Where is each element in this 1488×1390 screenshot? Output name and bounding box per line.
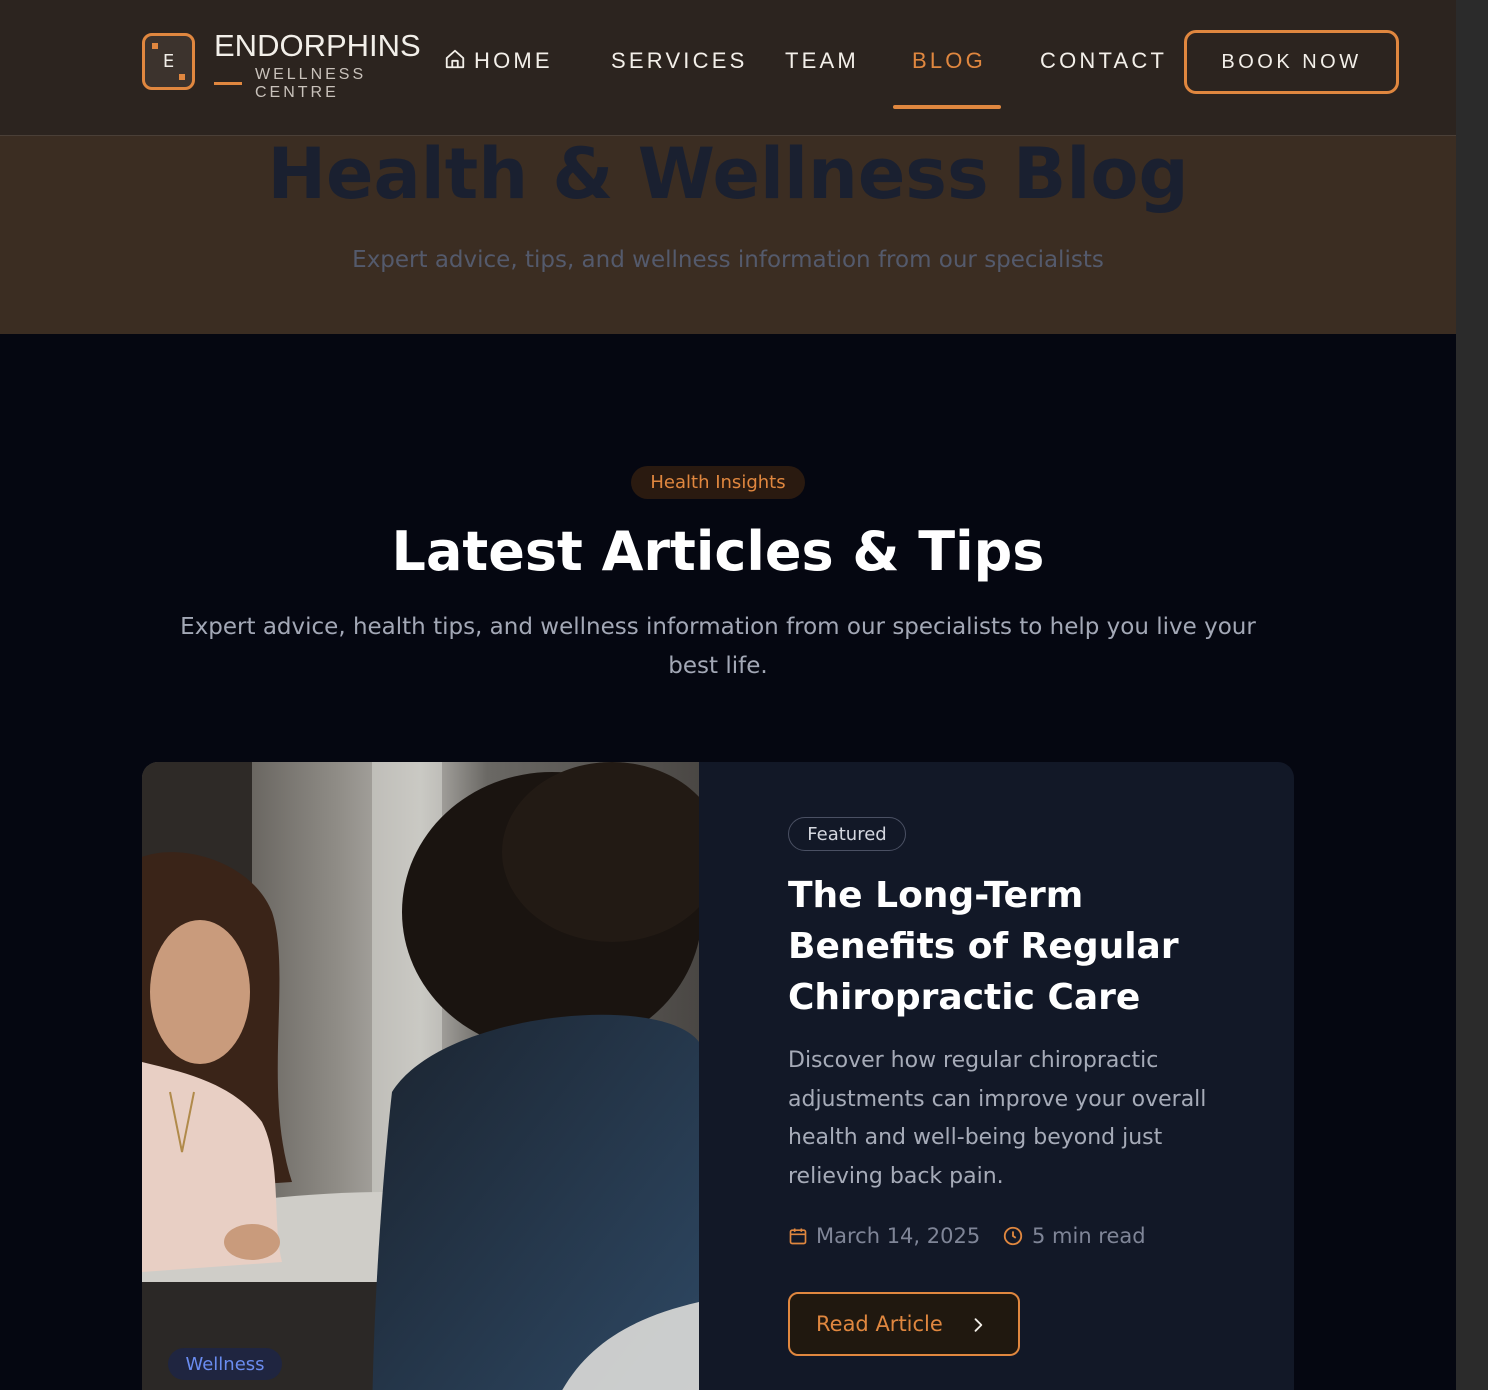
- nav-item-services[interactable]: SERVICES: [611, 48, 747, 74]
- calendar-icon: [789, 1228, 807, 1245]
- scrollbar-track[interactable]: [1456, 0, 1488, 1390]
- article-date-text: March 14, 2025: [816, 1224, 981, 1248]
- site-header: E ENDORPHINS WELLNESS CENTRE HOME SERVIC…: [0, 0, 1456, 136]
- logo-mark-icon: E: [142, 33, 195, 90]
- category-badge: Wellness: [168, 1348, 282, 1380]
- logo-monogram: E: [162, 51, 175, 72]
- nav-item-home[interactable]: HOME: [444, 48, 553, 76]
- hero-subtitle: Expert advice, tips, and wellness inform…: [352, 247, 1104, 273]
- consultation-photo-icon: [142, 762, 699, 1390]
- read-article-button[interactable]: Read Article: [788, 1292, 1020, 1356]
- clock-icon: [1003, 1226, 1023, 1246]
- page: E ENDORPHINS WELLNESS CENTRE HOME SERVIC…: [0, 0, 1456, 1390]
- article-image[interactable]: Wellness: [142, 762, 699, 1390]
- brand-logo[interactable]: E ENDORPHINS WELLNESS CENTRE: [142, 28, 422, 108]
- home-icon: [444, 48, 466, 76]
- nav-item-blog[interactable]: BLOG: [912, 48, 986, 74]
- brand-name: ENDORPHINS: [214, 28, 421, 63]
- article-title[interactable]: The Long-Term Benefits of Regular Chirop…: [788, 870, 1258, 1023]
- read-article-label: Read Article: [816, 1312, 943, 1336]
- article-date: March 14, 2025: [788, 1224, 980, 1248]
- chevron-right-icon: [974, 1318, 983, 1332]
- brand-tagline: WELLNESS CENTRE: [255, 66, 367, 101]
- featured-badge: Featured: [788, 817, 906, 851]
- article-excerpt: Discover how regular chiropractic adjust…: [788, 1048, 1207, 1189]
- article-read-time: 5 min read: [1002, 1224, 1146, 1248]
- featured-article-card[interactable]: Wellness Featured The Long-Term Benefits…: [142, 762, 1294, 1390]
- logo-accent-bar: [214, 82, 242, 85]
- hero-title: Health & Wellness Blog: [267, 133, 1189, 215]
- nav-item-contact[interactable]: CONTACT: [1040, 48, 1167, 74]
- read-time-text: 5 min read: [1032, 1224, 1146, 1248]
- section-title: Latest Articles & Tips: [391, 520, 1045, 583]
- book-now-button[interactable]: BOOK NOW: [1184, 30, 1399, 94]
- section-badge: Health Insights: [631, 466, 805, 499]
- nav-item-team[interactable]: TEAM: [785, 48, 859, 74]
- nav-home-label: HOME: [474, 48, 553, 73]
- section-subtitle: Expert advice, health tips, and wellness…: [180, 614, 1256, 679]
- nav-active-indicator: [893, 105, 1001, 109]
- blog-hero: Health & Wellness Blog Expert advice, ti…: [0, 133, 1456, 334]
